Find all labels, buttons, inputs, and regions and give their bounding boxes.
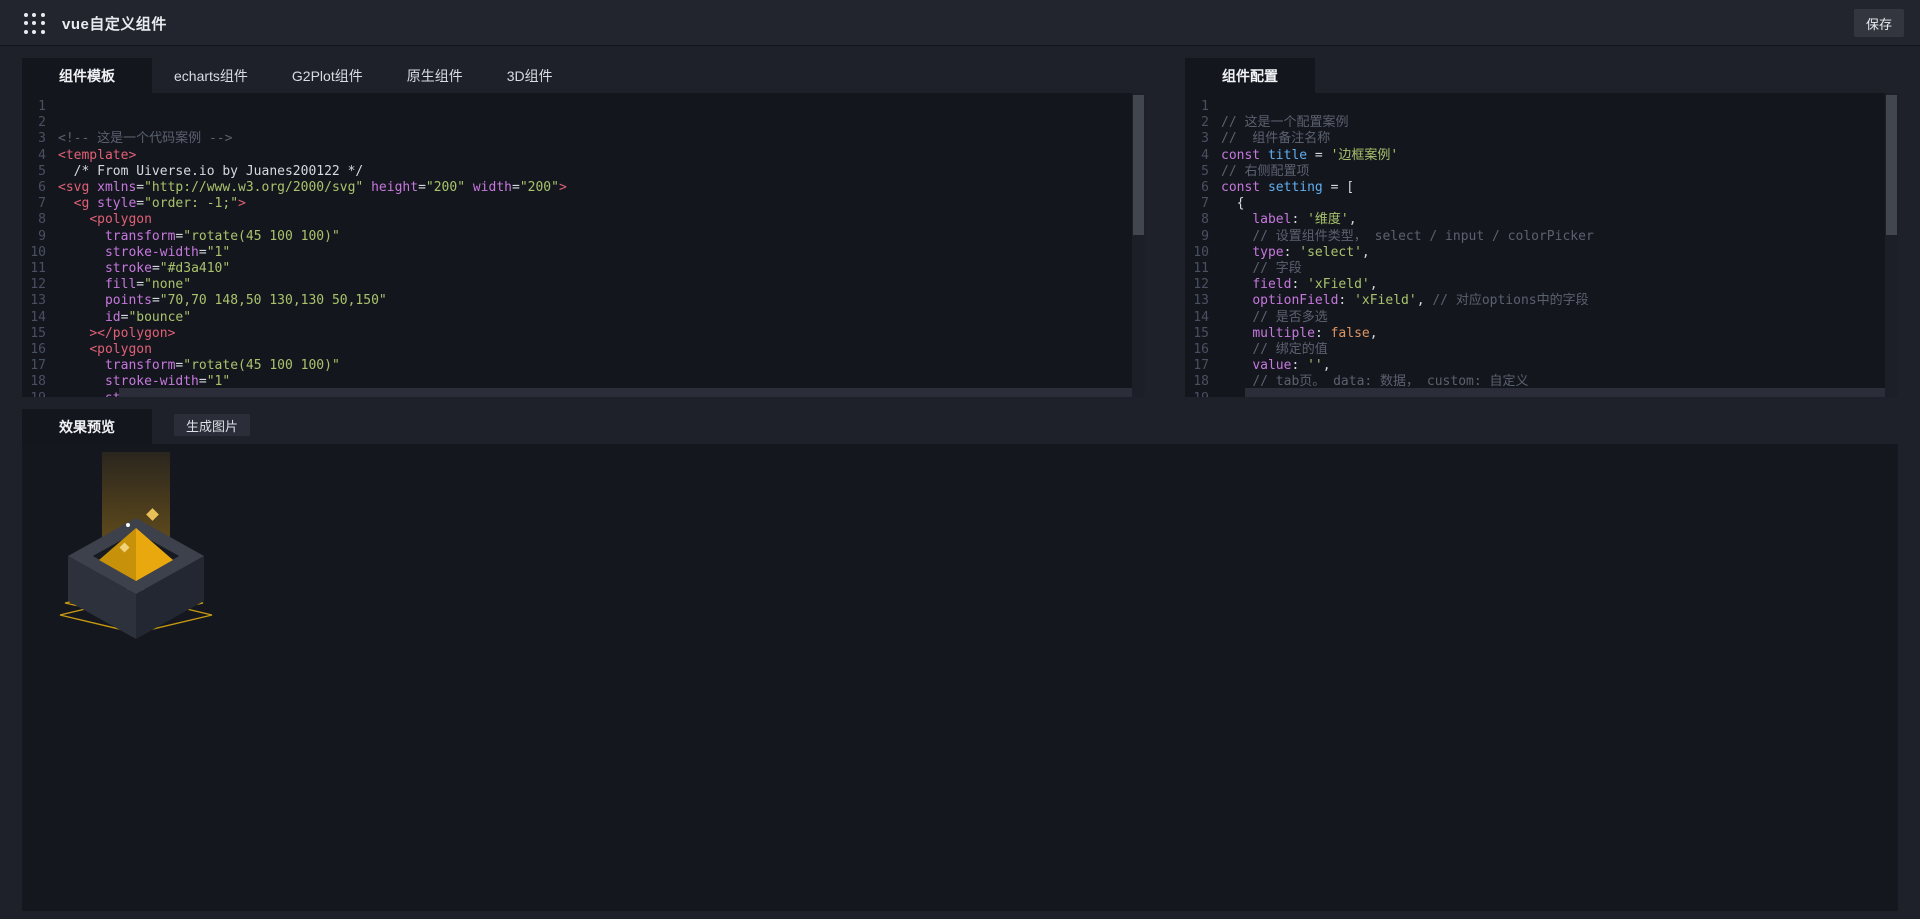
config-code-editor[interactable]: 12// 这是一个配置案例3// 组件备注名称4const title = '边…	[1185, 93, 1898, 397]
generate-image-button[interactable]: 生成图片	[174, 414, 250, 436]
code-line: 16 // 绑定的值	[1185, 342, 1898, 358]
preview-area	[22, 444, 1898, 911]
code-line: 7 <g style="order: -1;">	[22, 196, 1145, 212]
template-editor-vscrollbar-thumb[interactable]	[1133, 95, 1144, 235]
code-line: 1	[1185, 99, 1898, 115]
save-button[interactable]: 保存	[1854, 9, 1904, 37]
top-bar: vue自定义组件 保存	[0, 0, 1920, 46]
code-line: 9 transform="rotate(45 100 100)"	[22, 229, 1145, 245]
tab-component-template[interactable]: 组件模板	[22, 58, 152, 93]
preview-tab-bar: 效果预览 生成图片	[22, 409, 250, 441]
code-line: 7 {	[1185, 196, 1898, 212]
code-line: 6const setting = [	[1185, 180, 1898, 196]
apps-grid-icon[interactable]	[24, 13, 46, 35]
tab-echarts[interactable]: echarts组件	[152, 58, 270, 93]
template-editor-vscrollbar-track	[1132, 93, 1145, 397]
code-line: 15 multiple: false,	[1185, 326, 1898, 342]
code-line: 17 value: '',	[1185, 358, 1898, 374]
code-line: 11 // 字段	[1185, 261, 1898, 277]
code-line: 5// 右侧配置项	[1185, 164, 1898, 180]
code-line: 4<template>	[22, 148, 1145, 164]
code-line: 8 label: '维度',	[1185, 212, 1898, 228]
code-line: 3<!-- 这是一个代码案例 -->	[22, 131, 1145, 147]
code-line: 12 field: 'xField',	[1185, 277, 1898, 293]
code-line: 14 id="bounce"	[22, 310, 1145, 326]
code-line: 14 // 是否多选	[1185, 310, 1898, 326]
app-title: vue自定义组件	[62, 13, 167, 34]
config-tab-bar: 组件配置	[1185, 58, 1315, 93]
code-line: 15 ></polygon>	[22, 326, 1145, 342]
code-line: 13 optionField: 'xField', // 对应options中的…	[1185, 293, 1898, 309]
config-editor-vscrollbar-thumb[interactable]	[1886, 95, 1897, 235]
config-editor-vscrollbar-track	[1885, 93, 1898, 397]
code-line: 5 /* From Uiverse.io by Juanes200122 */	[22, 164, 1145, 180]
template-tab-bar: 组件模板 echarts组件 G2Plot组件 原生组件 3D组件	[22, 58, 575, 93]
code-line: 13 points="70,70 148,50 130,130 50,150"	[22, 293, 1145, 309]
config-code-area[interactable]: 12// 这是一个配置案例3// 组件备注名称4const title = '边…	[1185, 93, 1898, 397]
sparkle-white-dot	[126, 523, 130, 527]
tab-effect-preview[interactable]: 效果预览	[22, 409, 152, 444]
code-line: 3// 组件备注名称	[1185, 131, 1898, 147]
code-line: 11 stroke="#d3a410"	[22, 261, 1145, 277]
tab-g2plot[interactable]: G2Plot组件	[270, 58, 385, 93]
code-line: 2// 这是一个配置案例	[1185, 115, 1898, 131]
preview-graphic	[48, 448, 224, 660]
code-line: 17 transform="rotate(45 100 100)"	[22, 358, 1145, 374]
template-code-area[interactable]: 123<!-- 这是一个代码案例 -->4<template>5 /* From…	[22, 93, 1145, 397]
tab-component-config[interactable]: 组件配置	[1185, 58, 1315, 93]
template-code-editor[interactable]: 123<!-- 这是一个代码案例 -->4<template>5 /* From…	[22, 93, 1145, 397]
code-line: 10 stroke-width="1"	[22, 245, 1145, 261]
code-line: 2	[22, 115, 1145, 131]
code-line: 4const title = '边框案例'	[1185, 148, 1898, 164]
tab-3d[interactable]: 3D组件	[485, 58, 575, 93]
config-editor-hscrollbar[interactable]	[1245, 388, 1885, 397]
code-line: 1	[22, 99, 1145, 115]
template-editor-hscrollbar[interactable]	[119, 388, 1132, 397]
code-line: 6<svg xmlns="http://www.w3.org/2000/svg"…	[22, 180, 1145, 196]
code-line: 9 // 设置组件类型， select / input / colorPicke…	[1185, 229, 1898, 245]
code-line: 12 fill="none"	[22, 277, 1145, 293]
code-line: 16 <polygon	[22, 342, 1145, 358]
code-line: 8 <polygon	[22, 212, 1145, 228]
tab-native[interactable]: 原生组件	[385, 58, 485, 93]
code-line: 10 type: 'select',	[1185, 245, 1898, 261]
